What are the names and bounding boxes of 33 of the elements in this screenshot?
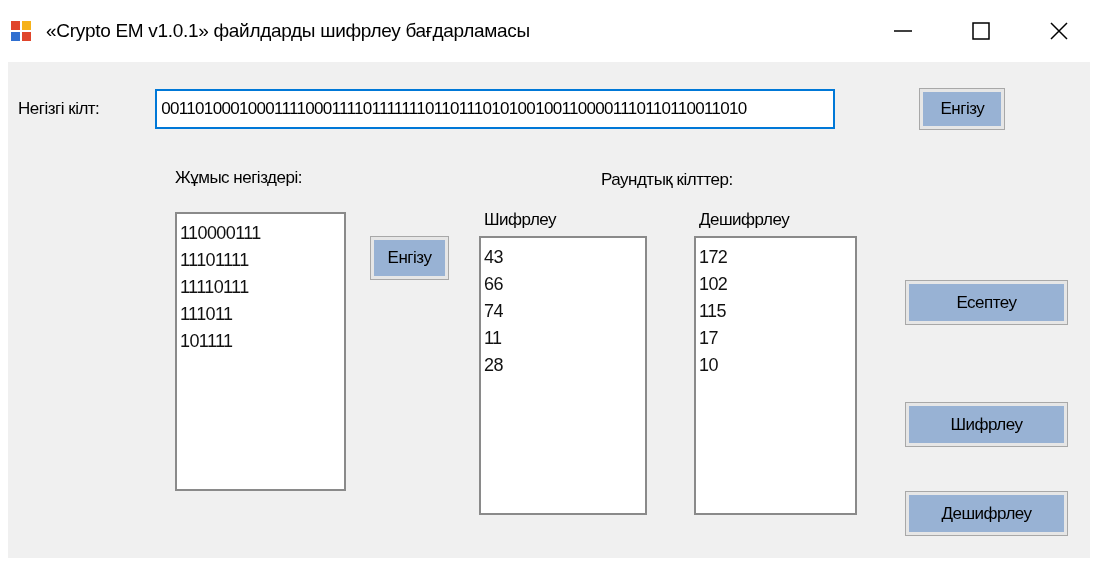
list-box[interactable]: 172 102 115 17 10 <box>694 236 857 515</box>
key-label: Негізгі кілт: <box>18 99 100 118</box>
list-item[interactable]: 111011 <box>180 301 341 328</box>
list-item[interactable]: 10 <box>699 352 852 379</box>
list-box[interactable]: 110000111 11101111 11110111 111011 101111 <box>175 212 346 491</box>
list-item[interactable]: 74 <box>484 298 642 325</box>
list-item[interactable]: 11 <box>484 325 642 352</box>
list-item[interactable]: 66 <box>484 271 642 298</box>
list-item[interactable]: 11101111 <box>180 247 341 274</box>
action-button[interactable]: Дешифрлеу <box>905 491 1068 536</box>
list-item[interactable]: 28 <box>484 352 642 379</box>
list-item[interactable]: 172 <box>699 244 852 271</box>
maximize-icon[interactable] <box>971 21 991 41</box>
key-field[interactable]: 0011010001000111100011110111111101101110101001001100001110110110011010 <box>155 89 836 129</box>
list-item[interactable]: 115 <box>699 298 852 325</box>
section-label: Жұмыс негіздері: <box>175 168 302 188</box>
close-icon[interactable] <box>1049 21 1069 41</box>
list-item[interactable]: 17 <box>699 325 852 352</box>
list-item[interactable]: 102 <box>699 271 852 298</box>
enter-button[interactable]: Енгізу <box>370 236 449 280</box>
list-box[interactable]: 43 66 74 11 28 <box>479 236 647 515</box>
action-button[interactable]: Есептеу <box>905 280 1068 325</box>
window-title: «Crypto EM v1.0.1» файлдарды шифрлеу бағдарламасы <box>46 20 531 42</box>
list-item[interactable]: 43 <box>484 244 642 271</box>
section-label: Раундтық кілттер: <box>601 170 734 190</box>
list-label: Дешифрлеу <box>699 210 790 230</box>
list-item[interactable]: 101111 <box>180 328 341 355</box>
action-button[interactable]: Шифрлеу <box>905 402 1068 447</box>
app-icon <box>10 20 32 42</box>
list-item[interactable]: 11110111 <box>180 274 341 301</box>
list-label: Шифрлеу <box>484 210 558 230</box>
enter-button[interactable]: Енгізу <box>919 88 1006 130</box>
list-item[interactable]: 110000111 <box>180 220 341 247</box>
